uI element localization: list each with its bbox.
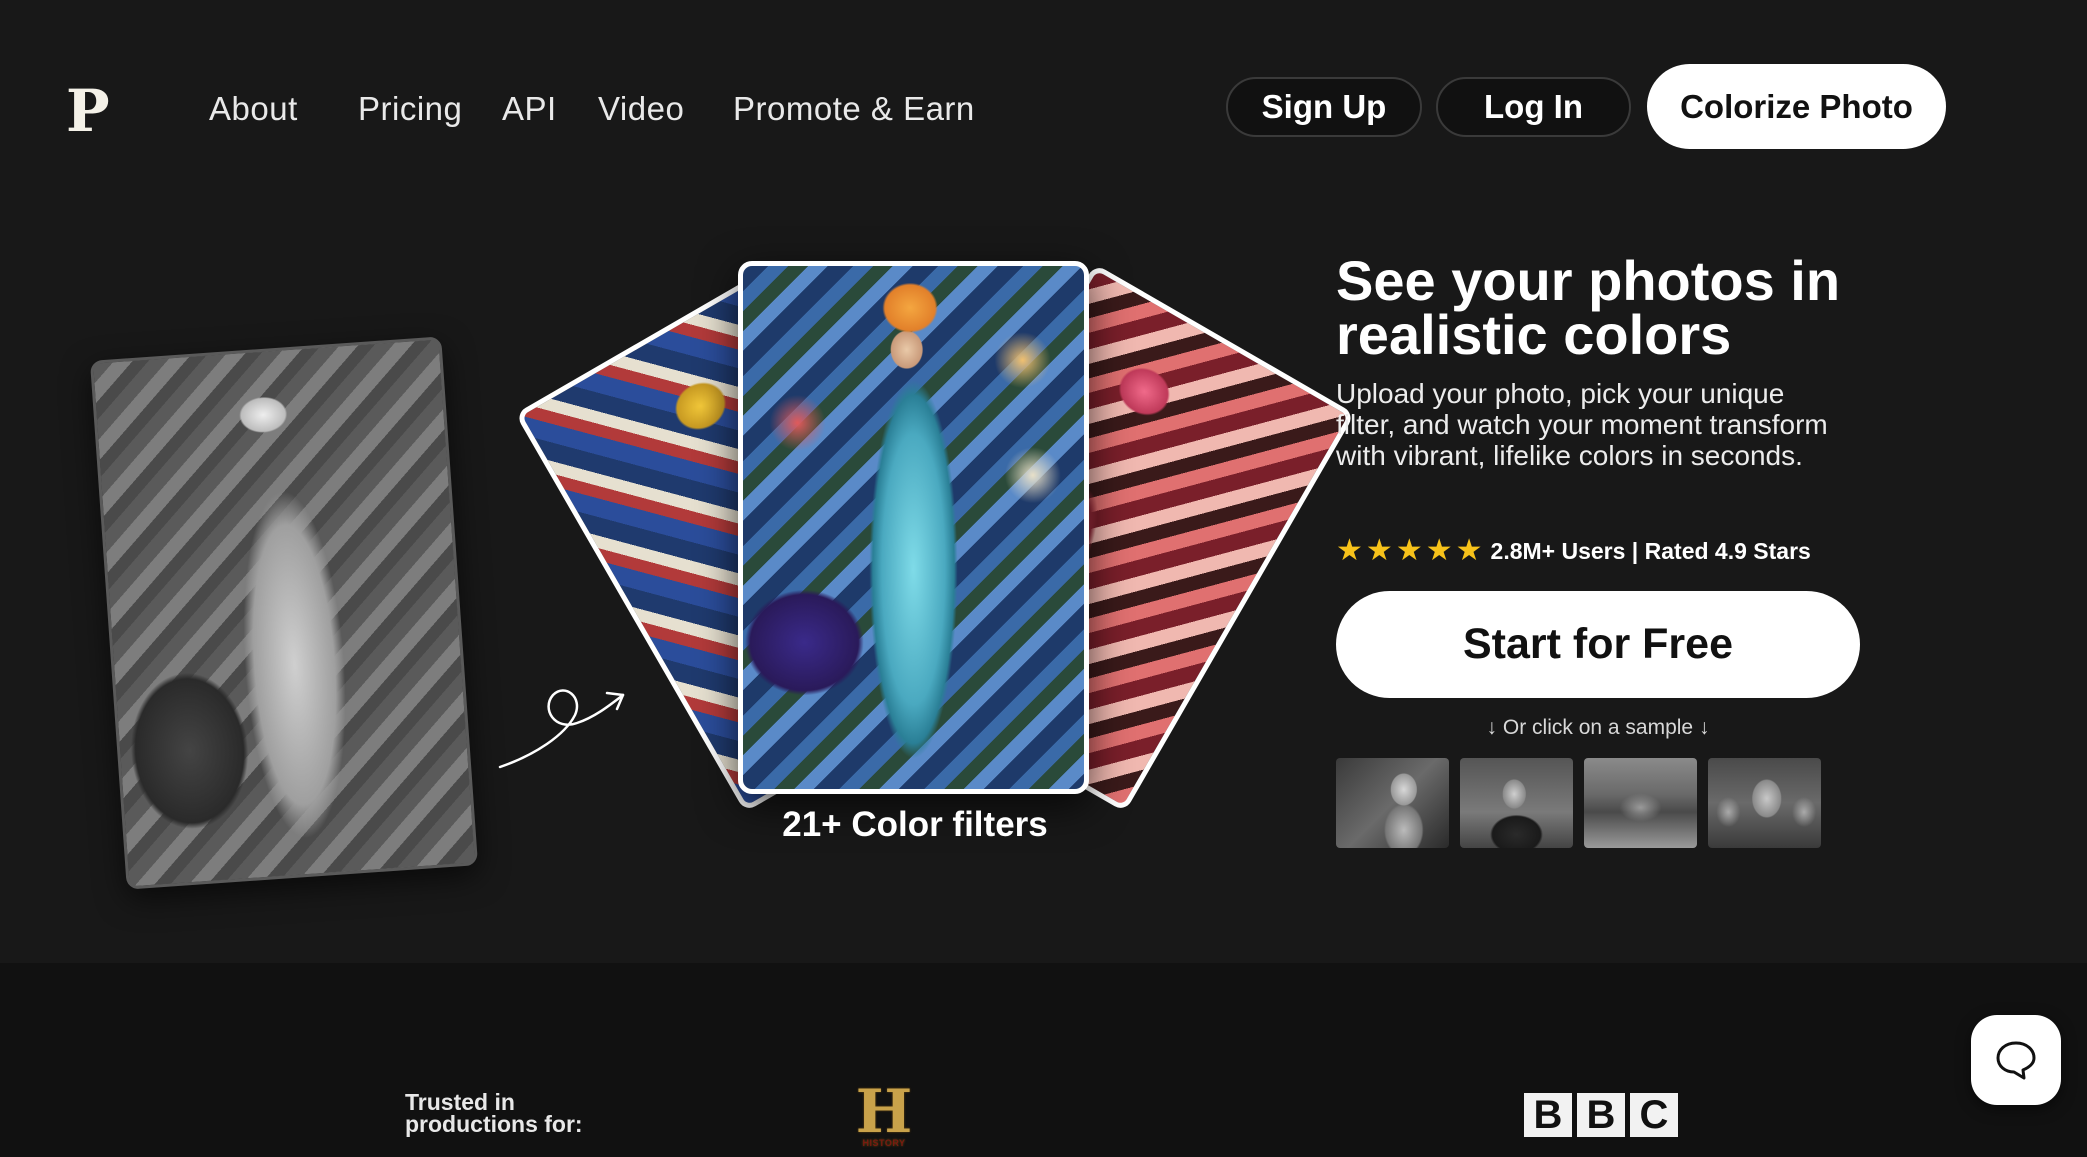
page: P About Pricing API Video Promote & Earn…	[0, 0, 2087, 1157]
star-icon: ★	[1455, 534, 1483, 567]
sample-photo-2[interactable]	[1460, 758, 1573, 848]
sample-photos	[1336, 758, 1821, 848]
chat-button[interactable]	[1971, 1015, 2061, 1105]
bbc-letter: B	[1577, 1093, 1625, 1137]
rating-stars: ★ ★ ★ ★ ★	[1336, 536, 1483, 566]
history-logo-letter: H	[855, 1077, 913, 1147]
star-icon: ★	[1365, 534, 1393, 567]
original-bw-photo	[89, 336, 479, 890]
trusted-section	[0, 963, 2087, 1157]
rating-row: ★ ★ ★ ★ ★ 2.8M+ Users | Rated 4.9 Stars	[1336, 533, 1811, 569]
site-logo[interactable]: P	[66, 82, 110, 140]
sample-photo-4[interactable]	[1708, 758, 1821, 848]
bbc-letter: B	[1524, 1093, 1572, 1137]
colorize-photo-button[interactable]: Colorize Photo	[1647, 64, 1946, 149]
sample-hint: ↓ Or click on a sample ↓	[1486, 716, 1710, 739]
bbc-letter: C	[1630, 1093, 1678, 1137]
chat-bubble-icon	[1996, 1041, 2036, 1080]
star-icon: ★	[1425, 534, 1453, 567]
star-icon: ★	[1336, 534, 1363, 567]
colorized-card-center	[738, 261, 1089, 794]
sample-photo-1[interactable]	[1336, 758, 1449, 848]
nav-link-pricing[interactable]: Pricing	[358, 90, 462, 128]
hero-headline: See your photos in realistic colors	[1336, 249, 1841, 366]
nav-link-promote-earn[interactable]: Promote & Earn	[733, 90, 975, 128]
nav-link-video[interactable]: Video	[598, 90, 684, 128]
start-for-free-button[interactable]: Start for Free	[1336, 591, 1860, 698]
sign-up-button[interactable]: Sign Up	[1226, 77, 1422, 137]
bbc-logo: B B C	[1524, 1093, 1678, 1137]
rating-text: 2.8M+ Users | Rated 4.9 Stars	[1490, 537, 1811, 564]
star-icon: ★	[1395, 534, 1423, 567]
nav-link-about[interactable]: About	[209, 90, 298, 128]
nav-link-api[interactable]: API	[502, 90, 557, 128]
curly-arrow-icon	[498, 689, 625, 769]
filters-caption: 21+ Color filters	[782, 805, 1048, 844]
hero-subtext: Upload your photo, pick your unique filt…	[1336, 378, 1828, 471]
trusted-label: Trusted in productions for:	[405, 1089, 583, 1137]
history-logo: H HISTORY	[855, 1082, 913, 1148]
history-logo-text: HISTORY	[862, 1138, 906, 1148]
sample-photo-3[interactable]	[1584, 758, 1697, 848]
log-in-button[interactable]: Log In	[1436, 77, 1631, 137]
